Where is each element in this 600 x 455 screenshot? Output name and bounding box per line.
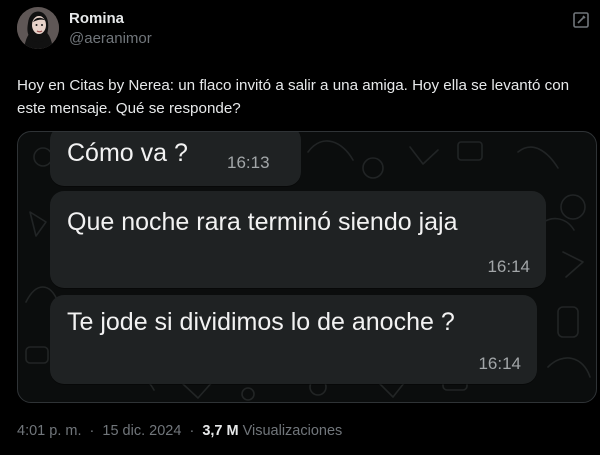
- tweet-header: Romina @aeranimor: [17, 7, 152, 49]
- chat-message-bubble: Cómo va ? 16:13: [50, 132, 301, 186]
- message-text: Que noche rara terminó siendo jaja: [67, 208, 458, 236]
- message-time: 16:14: [487, 257, 530, 276]
- tweet-metadata: 4:01 p. m. · 15 dic. 2024 · 3,7 M Visual…: [17, 423, 342, 439]
- author-names: Romina @aeranimor: [69, 9, 152, 48]
- author-display-name[interactable]: Romina: [69, 10, 152, 27]
- chat-message-bubble: Te jode si dividimos lo de anoche ? 16:1…: [50, 295, 537, 384]
- post-time[interactable]: 4:01 p. m.: [17, 423, 81, 439]
- author-handle[interactable]: @aeranimor: [69, 30, 152, 47]
- message-text: Te jode si dividimos lo de anoche ?: [67, 308, 455, 336]
- post-date[interactable]: 15 dic. 2024: [102, 423, 181, 439]
- tweet-card: Romina @aeranimor Hoy en Citas by Nerea:…: [0, 0, 600, 455]
- metadata-separator: ·: [89, 423, 95, 439]
- views-count[interactable]: 3,7 M: [202, 423, 238, 439]
- chat-message-bubble: Que noche rara terminó siendo jaja 16:14: [50, 191, 546, 288]
- profile-photo-icon: [17, 7, 59, 49]
- message-text: Cómo va ?: [67, 139, 188, 167]
- tweet-text: Hoy en Citas by Nerea: un flaco invitó a…: [17, 77, 570, 117]
- avatar[interactable]: [17, 7, 59, 49]
- tweet-image[interactable]: Cómo va ? 16:13 Que noche rara terminó s…: [17, 131, 597, 403]
- metadata-separator: ·: [189, 423, 195, 439]
- message-time: 16:13: [227, 153, 270, 172]
- edit-icon[interactable]: [572, 11, 590, 29]
- views-label: Visualizaciones: [242, 423, 343, 439]
- message-time: 16:14: [478, 354, 521, 373]
